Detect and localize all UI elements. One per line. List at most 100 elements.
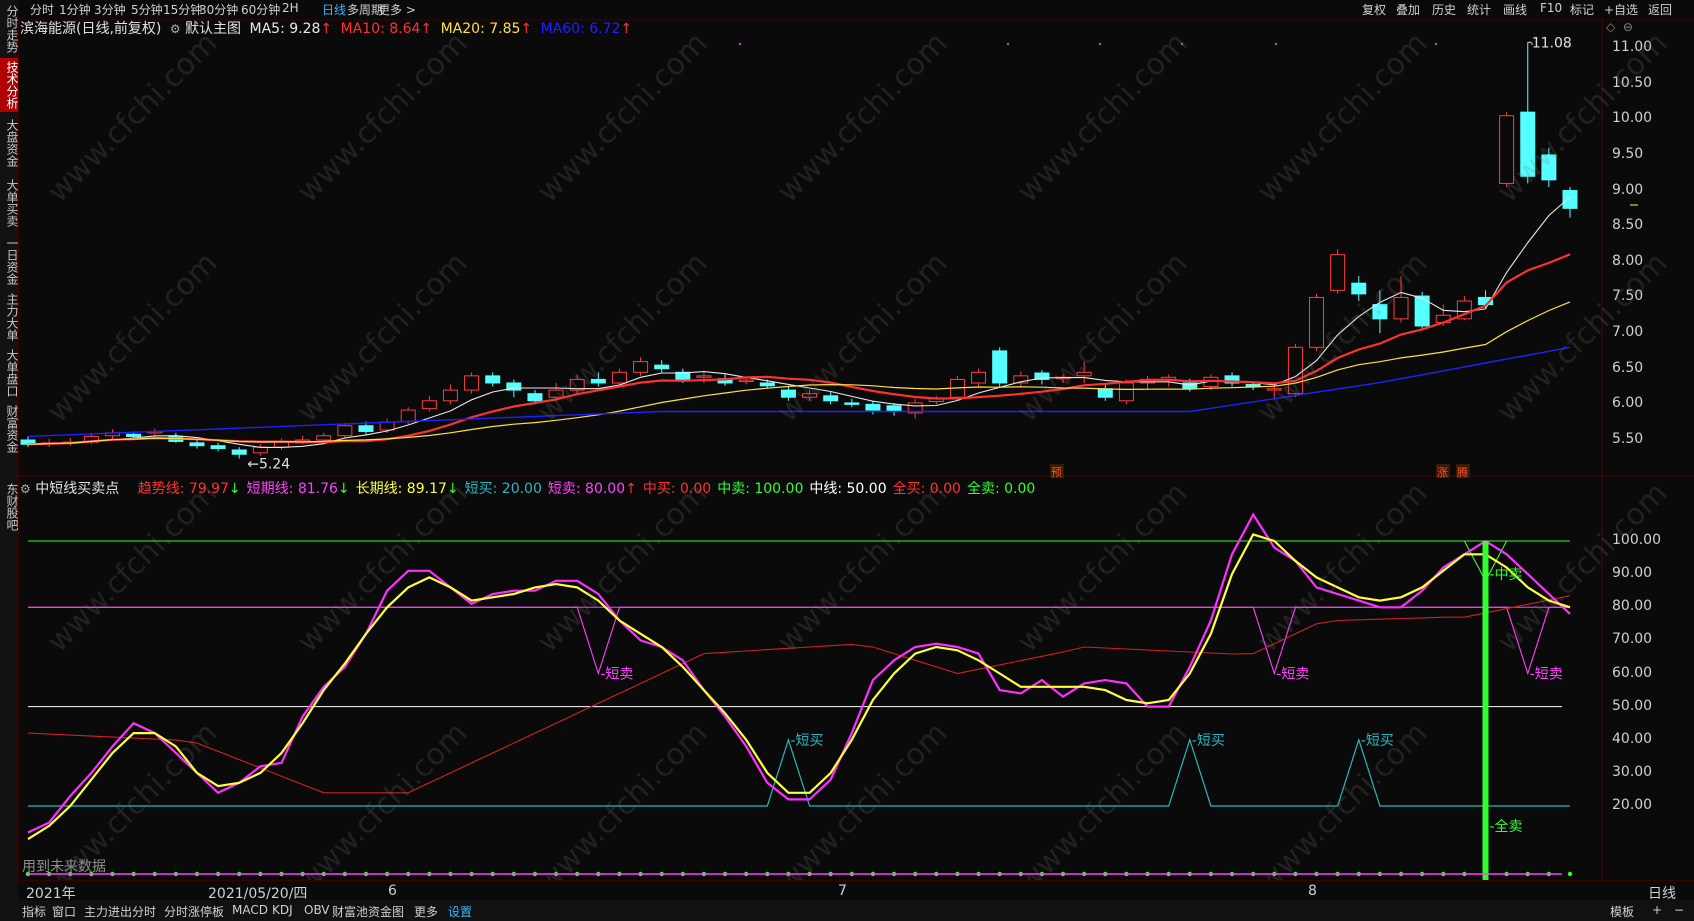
bottom-tab-5[interactable]: KDJ <box>272 903 293 917</box>
short-buy-label-2: -短买 <box>1192 733 1225 749</box>
indicator-name[interactable]: 中短线买卖点 <box>35 481 119 497</box>
left-tab-0[interactable]: 分时走势 <box>0 2 19 56</box>
badge-1: 涨 <box>1437 466 1448 479</box>
indicator-tick: 50.00 <box>1612 697 1653 714</box>
ma5-arrow: ↑ <box>320 21 333 37</box>
candle-up <box>633 361 649 373</box>
left-tab-1[interactable]: 技术分析 <box>0 58 19 112</box>
settings-icon[interactable]: ⚙ <box>170 22 181 36</box>
toolbar-right-2[interactable]: 历史 <box>1432 1 1456 18</box>
indicator-value-1: 短期线: 81.76 <box>246 481 338 497</box>
price-tick: 6.50 <box>1612 359 1644 376</box>
period-tab-4[interactable]: 15分钟 <box>163 1 202 18</box>
period-tab-2[interactable]: 3分钟 <box>94 1 126 18</box>
indicator-value-4: 短卖: 80.00 <box>547 481 626 497</box>
indicator-tick: 30.00 <box>1612 763 1653 780</box>
indicator-info-line: ⚙ 中短线买卖点 趋势线: 79.97↓ 短期线: 81.76↓ 长期线: 89.1… <box>20 478 1035 498</box>
indicator-tick: 40.00 <box>1612 730 1653 747</box>
left-tab-5[interactable]: 主力大单 <box>0 290 19 344</box>
date-label-4: 8 <box>1308 883 1317 899</box>
period-tab-1[interactable]: 1分钟 <box>59 1 91 18</box>
indicator-arrow-4: ↑ <box>625 481 637 497</box>
panel-controls[interactable]: ◇ ⊖ <box>1606 20 1633 34</box>
top-marker-dot <box>738 42 742 46</box>
candle-up <box>252 446 268 454</box>
candle-down <box>189 442 205 447</box>
ma60-arrow: ↑ <box>620 21 633 37</box>
bottom-tab-1[interactable]: 窗口 <box>52 903 76 920</box>
ma20-arrow: ↑ <box>520 21 533 37</box>
candle-up <box>738 379 754 383</box>
bottom-right-1[interactable]: + <box>1652 903 1662 917</box>
left-tab-6[interactable]: 大单盘口 <box>0 346 19 400</box>
indicator-value-6: 中卖: 100.00 <box>717 481 804 497</box>
left-tab-strip: 分时走势技术分析大盘资金大单买卖一日资金主力大单大单盘口财富资金东财股吧 <box>0 0 19 921</box>
candle-down <box>1097 388 1113 398</box>
toolbar-right-3[interactable]: 统计 <box>1467 1 1491 18</box>
bottom-tab-6[interactable]: OBV <box>304 903 330 917</box>
period-tab-3[interactable]: 5分钟 <box>131 1 163 18</box>
bottom-right-0[interactable]: 模板 <box>1610 903 1634 920</box>
candle-up <box>971 371 987 384</box>
bottom-tab-0[interactable]: 指标 <box>22 903 46 920</box>
toolbar-right-1[interactable]: 叠加 <box>1396 1 1420 18</box>
short-sell-label-3: -短卖 <box>1530 667 1563 683</box>
price-tick: 5.50 <box>1612 431 1644 447</box>
short-sell-label-1: -短卖 <box>600 667 633 683</box>
bottom-tab-8[interactable]: 更多 <box>414 903 438 920</box>
baseline-dot <box>1567 871 1573 877</box>
toolbar-right-4[interactable]: 画线 <box>1503 1 1527 18</box>
bottom-tab-3[interactable]: 分时涨停板 <box>164 903 224 920</box>
price-tick: 9.50 <box>1612 145 1644 162</box>
bottom-tab-2[interactable]: 主力进出分时 <box>84 903 156 920</box>
short-buy-label-1: -短买 <box>790 733 823 749</box>
candle-up <box>316 435 332 441</box>
short-sell-label-2: -短卖 <box>1276 667 1309 683</box>
period-tab-7[interactable]: 2H <box>282 1 299 15</box>
left-tab-4[interactable]: 一日资金 <box>0 234 19 288</box>
candle-up <box>421 400 437 410</box>
ma60-value: MA60: 6.72 <box>540 21 621 37</box>
toolbar-right-5[interactable]: F10 <box>1540 1 1562 15</box>
top-marker-dot <box>1434 42 1438 46</box>
top-marker-dot <box>1098 42 1102 46</box>
indicator-tick: 90.00 <box>1612 565 1653 582</box>
left-tab-2[interactable]: 大盘资金 <box>0 114 19 172</box>
toolbar-right-8[interactable]: 返回 <box>1648 1 1672 18</box>
candle-up <box>1330 254 1346 291</box>
high-label: 11.08 <box>1532 35 1572 51</box>
candle-down <box>358 425 374 432</box>
top-marker-dot <box>1530 42 1534 46</box>
candle-up <box>337 425 353 437</box>
stock-name[interactable]: 滨海能源(日线,前复权) <box>20 21 161 37</box>
candle-down <box>485 375 501 384</box>
period-tab-0[interactable]: 分时 <box>30 1 54 18</box>
bottom-tab-4[interactable]: MACD <box>232 903 268 917</box>
indicator-icon[interactable]: ⚙ <box>20 482 31 496</box>
all-sell-bar <box>1482 541 1489 880</box>
toolbar-right-7[interactable]: +自选 <box>1604 1 1638 18</box>
bottom-tab-9[interactable]: 设置 <box>448 903 472 920</box>
indicator-value-3: 短买: 20.00 <box>464 481 542 497</box>
candle-up <box>442 389 458 402</box>
period-tab-8[interactable]: 日线 <box>322 1 346 18</box>
toolbar-right-0[interactable]: 复权 <box>1362 1 1386 18</box>
candle-down <box>1562 190 1578 209</box>
period-tab-6[interactable]: 60分钟 <box>241 1 280 18</box>
date-label-3: 7 <box>838 883 847 899</box>
ma10-value: MA10: 8.64 <box>340 21 421 37</box>
left-tab-8[interactable]: 东财股吧 <box>0 478 19 536</box>
candle-up <box>1118 382 1134 402</box>
bottom-tab-7[interactable]: 财富池资金图 <box>332 903 404 920</box>
period-tab-10[interactable]: 更多 > <box>378 1 416 18</box>
indicator-bottom-bar: 指标 窗口 主力进出分时 分时涨停板 MACD KDJ OBV 财富池资金图 更多 设置 模板 + − <box>18 900 1694 921</box>
period-tab-5[interactable]: 30分钟 <box>199 1 238 18</box>
left-tab-3[interactable]: 大单买卖 <box>0 174 19 232</box>
toolbar-right-6[interactable]: 标记 <box>1570 1 1594 18</box>
candle-down <box>654 364 670 370</box>
indicator-tick: 60.00 <box>1612 664 1653 681</box>
left-tab-7[interactable]: 财富资金 <box>0 402 19 456</box>
bottom-right-2[interactable]: − <box>1674 903 1684 917</box>
candle-down <box>126 433 142 437</box>
candle-up <box>696 375 712 378</box>
